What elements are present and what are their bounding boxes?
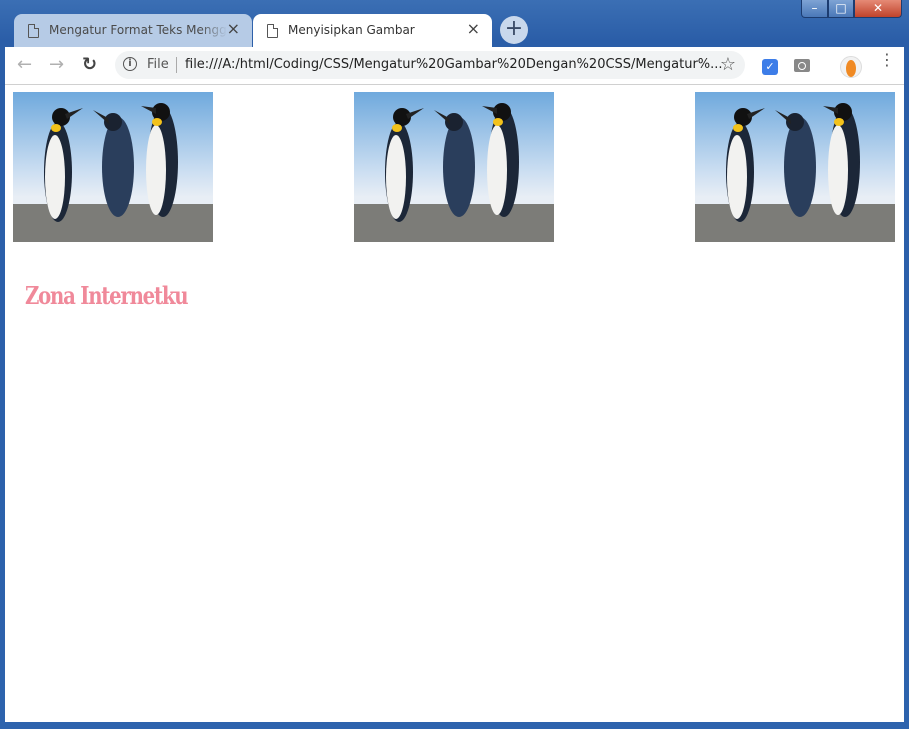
document-icon <box>28 24 39 38</box>
avatar[interactable] <box>840 56 862 78</box>
close-window-button[interactable]: ✕ <box>854 0 902 18</box>
document-icon <box>267 24 278 38</box>
maximize-button[interactable]: □ <box>828 0 854 18</box>
tab-mengatur-format-teks[interactable]: Mengatur Format Teks Menggun × <box>14 14 252 47</box>
penguin-image <box>354 92 554 242</box>
page-heading: Zona Internetku <box>25 281 189 310</box>
tab-menyisipkan-gambar[interactable]: Menyisipkan Gambar × <box>253 14 492 47</box>
scheme-label: File <box>147 57 169 72</box>
close-tab-icon[interactable]: × <box>227 21 240 37</box>
page-content: Zona Internetku <box>5 85 904 722</box>
back-button[interactable]: ← <box>17 55 32 75</box>
browser-window: Mengatur Format Teks Menggun × Menyisipk… <box>0 0 909 729</box>
tab-title: Menyisipkan Gambar <box>288 23 415 37</box>
info-icon[interactable]: i <box>123 57 137 71</box>
url-text[interactable]: file:///A:/html/Coding/CSS/Mengatur%20Ga… <box>185 57 723 72</box>
tab-strip: Mengatur Format Teks Menggun × Menyisipk… <box>0 0 909 47</box>
address-bar[interactable]: i File file:///A:/html/Coding/CSS/Mengat… <box>115 51 745 79</box>
window-controls: – □ ✕ <box>801 0 902 20</box>
forward-button[interactable]: → <box>49 55 64 75</box>
camera-icon[interactable] <box>794 59 810 72</box>
new-tab-button[interactable]: + <box>500 16 528 44</box>
menu-button[interactable]: ⋮ <box>879 52 895 68</box>
tab-title: Mengatur Format Teks Menggun <box>49 23 227 37</box>
reload-button[interactable]: ↻ <box>82 55 97 75</box>
bookmark-star-icon[interactable]: ☆ <box>720 54 736 75</box>
close-tab-icon[interactable]: × <box>467 21 480 37</box>
separator <box>176 57 177 73</box>
browser-toolbar: ← → ↻ i File file:///A:/html/Coding/CSS/… <box>5 47 904 85</box>
penguin-image <box>695 92 895 242</box>
extension-check-icon[interactable]: ✓ <box>762 59 778 75</box>
minimize-button[interactable]: – <box>801 0 828 18</box>
penguin-image <box>13 92 213 242</box>
